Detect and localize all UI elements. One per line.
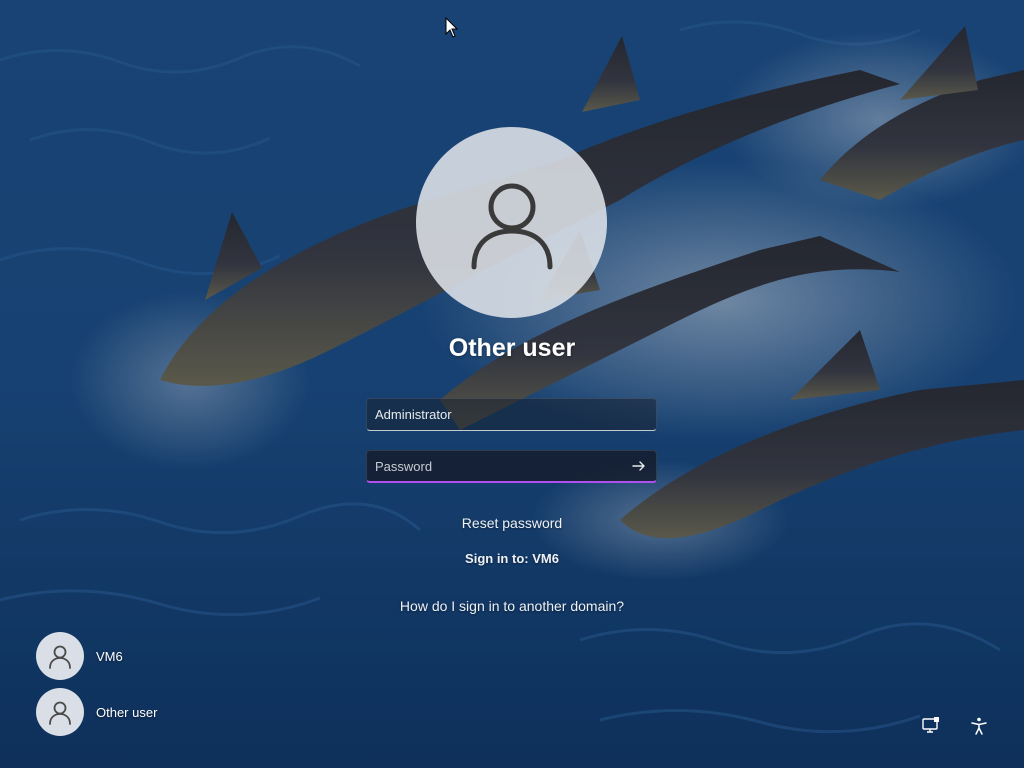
accessibility-button[interactable]: [967, 714, 991, 738]
user-name-title: Other user: [448, 334, 576, 362]
user-tile-label: VM6: [96, 648, 123, 664]
sign-in-to-label: Sign in to: VM6: [465, 551, 559, 566]
user-icon: [49, 645, 71, 669]
user-avatar-large: [416, 127, 607, 318]
password-field[interactable]: [366, 450, 657, 483]
user-tile-vm6[interactable]: VM6: [36, 632, 123, 680]
user-tile-other-user[interactable]: Other user: [36, 688, 157, 736]
user-tile-label: Other user: [96, 704, 158, 720]
password-input[interactable]: [367, 451, 656, 481]
reset-password-link[interactable]: Reset password: [312, 515, 712, 531]
username-input[interactable]: [367, 399, 656, 430]
lock-screen: Other user Reset password Sign in to: VM…: [0, 0, 1024, 768]
arrow-right-icon: [632, 461, 645, 471]
mouse-pointer-icon: [445, 17, 459, 38]
network-icon: [922, 717, 939, 733]
dolphin-wallpaper: [0, 0, 1024, 768]
username-field[interactable]: [366, 398, 657, 431]
network-button[interactable]: [919, 714, 943, 738]
user-tile-avatar: [36, 632, 84, 680]
user-icon: [49, 701, 71, 725]
user-tile-avatar: [36, 688, 84, 736]
other-domain-help-link[interactable]: How do I sign in to another domain?: [312, 598, 712, 614]
user-icon: [471, 183, 552, 269]
accessibility-icon: [971, 717, 987, 735]
submit-arrow-button[interactable]: [628, 456, 650, 476]
